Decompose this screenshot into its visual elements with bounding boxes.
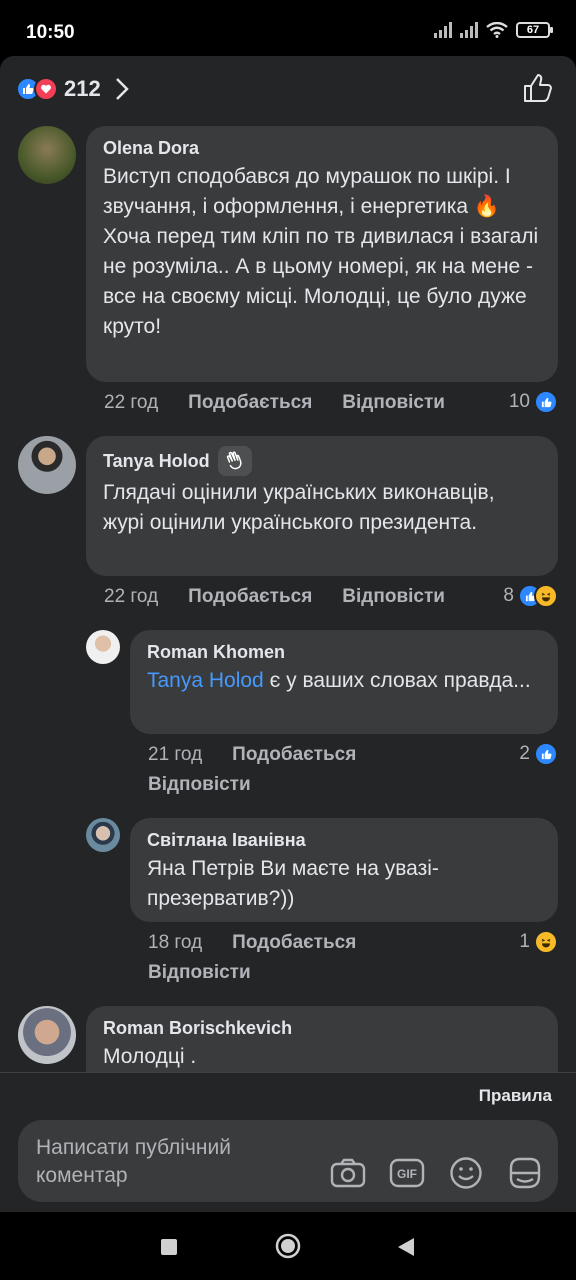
reply-text: є у ваших словах правда... [269,669,531,692]
comment-text: Яна Петрів Ви маєте на увазі-презерватив… [147,857,439,910]
reaction-number: 10 [508,391,530,412]
reaction-count-badge[interactable]: 10 [509,390,558,414]
comment-author[interactable]: Світлана Іванівна [147,828,541,852]
comment-list: Olena Dora Виступ сподобався до мурашок … [0,126,576,1072]
comment-time: 22 год [104,392,159,413]
status-bar: 10:50 67 [0,0,576,56]
wave-icon [217,446,252,476]
gif-icon[interactable]: GIF [388,1154,426,1192]
reply-bubble: Світлана Іванівна Яна Петрів Ви маєте на… [130,818,558,922]
signal-icon [460,22,478,38]
circle-nav-icon[interactable] [274,1232,302,1260]
like-reaction-icon [534,742,558,766]
square-nav-icon[interactable] [160,1238,178,1256]
divider [0,1072,576,1073]
avatar[interactable] [86,818,120,852]
comment-text: Молодці . [103,1045,197,1068]
reply-button[interactable]: Відповісти [342,586,445,608]
reaction-number: 2 [519,743,530,764]
comment-actions: 18 год Подобається [148,932,386,954]
comment-actions: 21 год Подобається [148,744,386,766]
avatar[interactable] [18,436,76,494]
reaction-number: 8 [503,585,514,606]
sheet-header: 212 [0,56,576,126]
composer-placeholder[interactable]: Написати публічний коментар [36,1134,296,1190]
reaction-count-badge[interactable]: 1 [519,930,558,954]
avatar[interactable] [18,1006,76,1064]
camera-icon[interactable] [329,1154,367,1192]
composer-tools: GIF [329,1154,544,1192]
comment-bubble: Tanya Holod Глядачі оцінили українських … [86,436,558,576]
reply-button[interactable]: Відповісти [342,392,445,414]
reaction-count-badge[interactable]: 2 [519,742,558,766]
like-reaction-icon [534,390,558,414]
status-time: 10:50 [26,22,75,43]
comment-actions: 22 год Подобається Відповісти [104,392,475,414]
system-nav-bar [0,1212,576,1280]
comment-text: Tanya Holod є у ваших словах правда... [147,666,541,696]
reply-button[interactable]: Відповісти [148,774,251,796]
wifi-icon [486,22,508,38]
comment-bubble: Roman Borischkevich Молодці . [86,1006,558,1072]
thumbs-up-icon[interactable] [522,72,554,104]
mention-link[interactable]: Tanya Holod [147,669,264,692]
comments-sheet: 212 Olena Dora Виступ сподобався до мура… [0,56,576,1212]
reply-button[interactable]: Відповісти [148,962,251,984]
comment-bubble: Olena Dora Виступ сподобався до мурашок … [86,126,558,382]
avatar[interactable] [18,126,76,184]
back-nav-icon[interactable] [396,1236,416,1258]
comment-actions: Відповісти [148,774,281,796]
love-reaction-icon [34,77,58,101]
comment-time: 18 год [148,932,203,953]
comment-author[interactable]: Olena Dora [103,136,541,160]
comment-actions: Відповісти [148,962,281,984]
emoji-icon[interactable] [447,1154,485,1192]
like-button[interactable]: Подобається [188,586,312,608]
avatar[interactable] [86,630,120,664]
like-button[interactable]: Подобається [232,744,356,766]
haha-reaction-icon [534,584,558,608]
reply-bubble: Roman Khomen Tanya Holod є у ваших слова… [130,630,558,734]
comment-author: Tanya Holod [103,446,541,476]
status-icons: 67 [434,22,553,38]
comment-text: Глядачі оцінили українських виконавців, … [103,481,495,534]
signal-icon [434,22,452,38]
reactions-summary[interactable]: 212 [16,76,129,102]
comment-composer[interactable]: Написати публічний коментар GIF [18,1120,558,1202]
comment-actions: 22 год Подобається Відповісти [104,586,475,608]
rules-link[interactable]: Правила [479,1086,552,1106]
sticker-icon[interactable] [506,1154,544,1192]
comment-time: 21 год [148,744,203,765]
haha-reaction-icon [534,930,558,954]
battery-indicator: 67 [516,22,553,38]
author-name[interactable]: Tanya Holod [103,449,210,473]
comment-author[interactable]: Roman Borischkevich [103,1016,541,1040]
comment-text: Виступ сподобався до мурашок по шкірі. І… [103,165,539,338]
reaction-count-badge[interactable]: 8 [503,584,558,608]
svg-text:GIF: GIF [397,1167,417,1181]
like-button[interactable]: Подобається [188,392,312,414]
reaction-number: 1 [519,931,530,952]
like-button[interactable]: Подобається [232,932,356,954]
comment-time: 22 год [104,586,159,607]
comment-author[interactable]: Roman Khomen [147,640,541,664]
chevron-right-icon [115,78,129,100]
reaction-count: 212 [64,76,101,101]
